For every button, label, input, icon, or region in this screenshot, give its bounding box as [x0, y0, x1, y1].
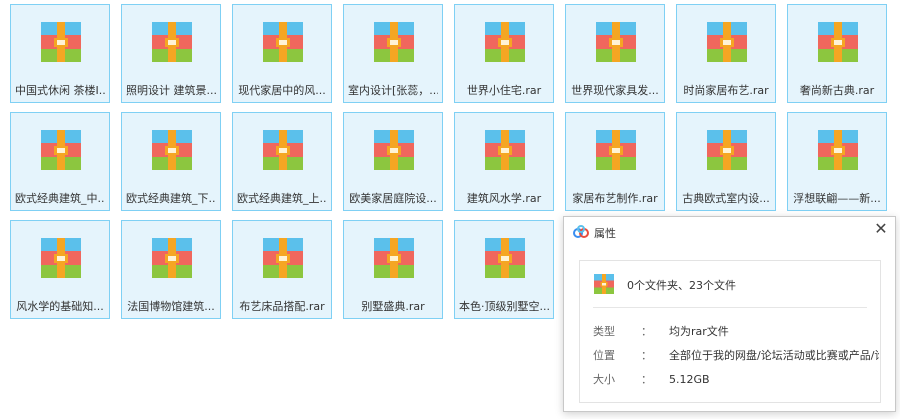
file-tile[interactable]: 欧美家居庭院设...	[343, 112, 443, 211]
properties-panel: 0个文件夹、23个文件 类型 ： 均为rar文件 位置 ： 全部位于我的网盘/论…	[579, 260, 881, 403]
file-tile[interactable]: 奢尚新古典.rar	[787, 4, 887, 103]
file-tile[interactable]: 世界现代家具发...	[565, 4, 665, 103]
rar-archive-icon	[818, 22, 858, 62]
location-value: 全部位于我的网盘/论坛活动或比赛或产品/论坛...	[669, 349, 879, 362]
location-colon: ：	[641, 349, 652, 362]
file-tile[interactable]: 建筑风水学.rar	[454, 112, 554, 211]
file-name: 欧式经典建筑_上...	[237, 192, 327, 205]
type-value: 均为rar文件	[669, 325, 729, 338]
rar-archive-icon	[263, 238, 303, 278]
rar-archive-icon	[818, 130, 858, 170]
rar-archive-icon	[152, 238, 192, 278]
file-tile[interactable]: 布艺床品搭配.rar	[232, 220, 332, 319]
rar-archive-icon	[707, 130, 747, 170]
location-label: 位置	[593, 349, 615, 362]
type-label: 类型	[593, 325, 615, 338]
rar-archive-icon	[263, 130, 303, 170]
properties-dialog: 属性 ✕ 0个文件夹、23个文件 类型 ： 均为rar文件 位置 ： 全部位于我…	[563, 216, 896, 412]
file-name: 家居布艺制作.rar	[572, 192, 658, 205]
file-tile[interactable]: 欧式经典建筑_下...	[121, 112, 221, 211]
rar-archive-icon	[485, 22, 525, 62]
baidu-netdisk-cloud-icon	[573, 225, 589, 239]
file-name: 欧美家居庭院设...	[349, 192, 437, 205]
file-name: 别墅盛典.rar	[361, 300, 425, 313]
file-name: 照明设计 建筑景...	[126, 84, 216, 97]
rar-archive-icon	[374, 22, 414, 62]
file-name: 时尚家居布艺.rar	[683, 84, 769, 97]
divider	[593, 307, 867, 308]
rar-archive-icon	[596, 22, 636, 62]
file-name: 奢尚新古典.rar	[799, 84, 875, 97]
file-tile[interactable]: 世界小住宅.rar	[454, 4, 554, 103]
rar-archive-icon	[485, 130, 525, 170]
file-name: 欧式经典建筑_中...	[15, 192, 105, 205]
file-name: 中国式休闲 茶楼I...	[15, 84, 105, 97]
file-name: 风水学的基础知...	[16, 300, 104, 313]
rar-archive-icon	[485, 238, 525, 278]
file-tile[interactable]: 欧式经典建筑_上...	[232, 112, 332, 211]
file-name: 世界现代家具发...	[571, 84, 659, 97]
rar-archive-icon	[41, 238, 81, 278]
rar-archive-icon	[41, 22, 81, 62]
file-name: 本色·顶级别墅空...	[459, 300, 549, 313]
file-name: 现代家居中的风...	[238, 84, 326, 97]
file-tile[interactable]: 本色·顶级别墅空...	[454, 220, 554, 319]
file-name: 古典欧式室内设...	[682, 192, 770, 205]
size-value: 5.12GB	[669, 373, 710, 386]
dialog-title: 属性	[594, 227, 616, 240]
file-name: 浮想联翩——新...	[793, 192, 881, 205]
file-tile[interactable]: 浮想联翩——新...	[787, 112, 887, 211]
file-name: 世界小住宅.rar	[466, 84, 542, 97]
file-name: 法国博物馆建筑...	[127, 300, 215, 313]
rar-archive-icon	[596, 130, 636, 170]
file-tile[interactable]: 中国式休闲 茶楼I...	[10, 4, 110, 103]
file-name: 布艺床品搭配.rar	[239, 300, 325, 313]
rar-archive-icon	[707, 22, 747, 62]
file-tile[interactable]: 欧式经典建筑_中...	[10, 112, 110, 211]
file-tile[interactable]: 法国博物馆建筑...	[121, 220, 221, 319]
size-label: 大小	[593, 373, 615, 386]
file-name: 室内设计[张蕊，...	[348, 84, 438, 97]
rar-archive-icon	[374, 238, 414, 278]
summary-text: 0个文件夹、23个文件	[627, 279, 736, 292]
rar-archive-icon	[41, 130, 81, 170]
type-colon: ：	[641, 325, 652, 338]
file-tile[interactable]: 室内设计[张蕊，...	[343, 4, 443, 103]
rar-archive-icon	[374, 130, 414, 170]
file-name: 欧式经典建筑_下...	[126, 192, 216, 205]
file-tile[interactable]: 别墅盛典.rar	[343, 220, 443, 319]
file-tile[interactable]: 照明设计 建筑景...	[121, 4, 221, 103]
file-tile[interactable]: 古典欧式室内设...	[676, 112, 776, 211]
rar-archive-icon	[263, 22, 303, 62]
file-tile[interactable]: 风水学的基础知...	[10, 220, 110, 319]
file-tile[interactable]: 家居布艺制作.rar	[565, 112, 665, 211]
size-colon: ：	[641, 373, 652, 386]
close-icon[interactable]: ✕	[873, 220, 889, 238]
rar-archive-icon	[152, 130, 192, 170]
file-tile[interactable]: 现代家居中的风...	[232, 4, 332, 103]
rar-archive-icon	[152, 22, 192, 62]
file-tile[interactable]: 时尚家居布艺.rar	[676, 4, 776, 103]
file-name: 建筑风水学.rar	[466, 192, 542, 205]
rar-archive-icon	[594, 273, 614, 295]
